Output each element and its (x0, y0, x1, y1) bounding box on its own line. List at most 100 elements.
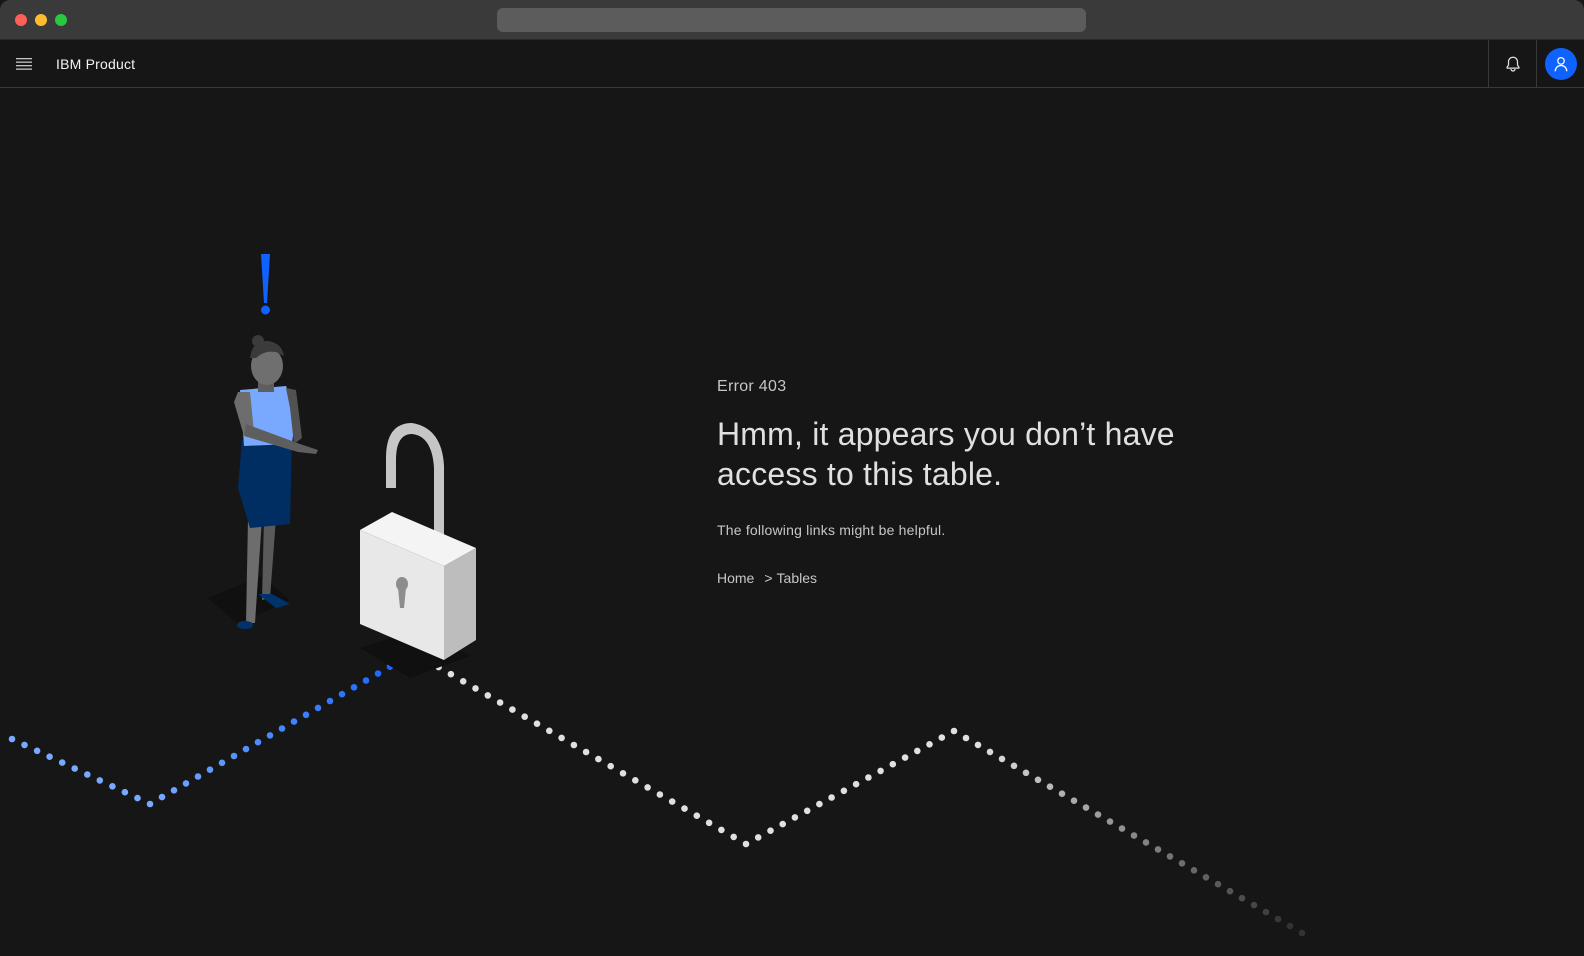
path-dot (447, 670, 455, 678)
path-dot (1214, 880, 1222, 888)
path-dot (914, 747, 921, 755)
path-dot (582, 748, 590, 756)
path-dot (754, 834, 762, 841)
app-name[interactable]: IBM Product (56, 56, 135, 72)
path-dot (852, 780, 860, 788)
path-dot (938, 734, 946, 741)
path-dot (681, 805, 688, 812)
path-dot (926, 741, 933, 748)
user-avatar[interactable] (1544, 48, 1577, 80)
path-dot (546, 727, 553, 735)
path-dot (1022, 769, 1030, 777)
path-dot (1274, 915, 1282, 923)
path-dot (962, 734, 970, 742)
path-dot (730, 833, 737, 841)
error-page-content: Error 403 Hmm, it appears you don’t have… (0, 88, 1584, 956)
path-dot (134, 794, 141, 802)
path-dot (803, 807, 811, 815)
path-dot (314, 704, 322, 712)
path-dot (632, 777, 639, 784)
path-dot (1118, 825, 1126, 832)
path-dot (146, 800, 154, 808)
path-dot (1202, 874, 1210, 881)
path-dot (33, 747, 41, 755)
path-dot (607, 762, 614, 770)
path-dot (901, 754, 909, 761)
path-dot (1142, 839, 1150, 846)
path-dot (656, 791, 664, 798)
path-dot (278, 725, 286, 732)
path-dot (889, 760, 897, 768)
path-dot (1058, 790, 1066, 797)
path-dot (693, 812, 701, 819)
path-dot (496, 699, 504, 706)
path-dot (362, 677, 370, 684)
path-dot (1250, 901, 1258, 909)
user-profile-button[interactable] (1536, 40, 1584, 88)
path-dot (705, 819, 713, 827)
menu-button[interactable] (0, 40, 48, 88)
path-dot (1130, 832, 1138, 839)
path-dot (767, 827, 774, 834)
path-dot (254, 738, 262, 746)
breadcrumb: Home > Tables (717, 570, 1237, 586)
path-dot (472, 685, 479, 692)
address-bar[interactable] (497, 8, 1086, 32)
path-dot (170, 787, 178, 794)
path-dot (791, 814, 799, 821)
path-dot (1226, 887, 1234, 895)
path-dot (986, 748, 994, 756)
hamburger-menu-icon (16, 57, 32, 70)
helper-text: The following links might be helpful. (717, 522, 946, 538)
path-dot (1094, 811, 1102, 818)
path-dot (484, 692, 492, 699)
browser-window: IBM Product Error 403 Hmm, it appears yo… (0, 0, 1584, 956)
breadcrumb-tables-link[interactable]: Tables (777, 570, 817, 586)
path-dot (338, 690, 346, 698)
notification-button[interactable] (1488, 40, 1536, 88)
header-actions (1488, 40, 1584, 88)
error-code: Error 403 (717, 378, 787, 395)
path-dot (8, 735, 16, 743)
path-dot (374, 670, 382, 677)
path-dot (1082, 804, 1090, 811)
dotted-path-decoration (8, 649, 1306, 937)
minimize-window-button[interactable] (35, 14, 47, 26)
path-dot (668, 798, 676, 805)
path-dot (742, 840, 750, 848)
path-dot (509, 706, 516, 713)
path-dot (619, 770, 627, 777)
path-dot (998, 755, 1006, 763)
path-dot (230, 752, 238, 760)
maximize-window-button[interactable] (55, 14, 67, 26)
path-dot (242, 745, 250, 753)
path-dot (84, 771, 91, 778)
path-dot (828, 794, 835, 801)
path-dot (595, 755, 602, 763)
app-header: IBM Product (0, 40, 1584, 88)
path-dot (974, 741, 982, 749)
path-dot (121, 788, 129, 796)
path-dot (1034, 776, 1042, 784)
path-dot (1106, 818, 1114, 825)
path-dot (840, 787, 848, 795)
path-dot (1262, 908, 1270, 916)
error-headline: Hmm, it appears you don’t have access to… (717, 416, 1175, 492)
user-icon (1554, 56, 1567, 72)
breadcrumb-home-link[interactable]: Home (717, 570, 754, 586)
path-dot (1178, 860, 1186, 867)
exclamation-mark-icon (261, 254, 270, 315)
path-dot (1286, 922, 1294, 930)
path-dot (865, 774, 872, 781)
path-dot (718, 826, 725, 834)
path-dot (950, 727, 958, 735)
path-dot (1010, 762, 1018, 770)
path-dot (1070, 797, 1078, 804)
close-window-button[interactable] (15, 14, 27, 26)
path-dot (218, 759, 226, 767)
bell-icon (1505, 56, 1520, 72)
path-dot (58, 759, 66, 766)
path-dot (570, 741, 578, 749)
path-dot (1166, 853, 1174, 860)
path-dot (521, 713, 528, 720)
